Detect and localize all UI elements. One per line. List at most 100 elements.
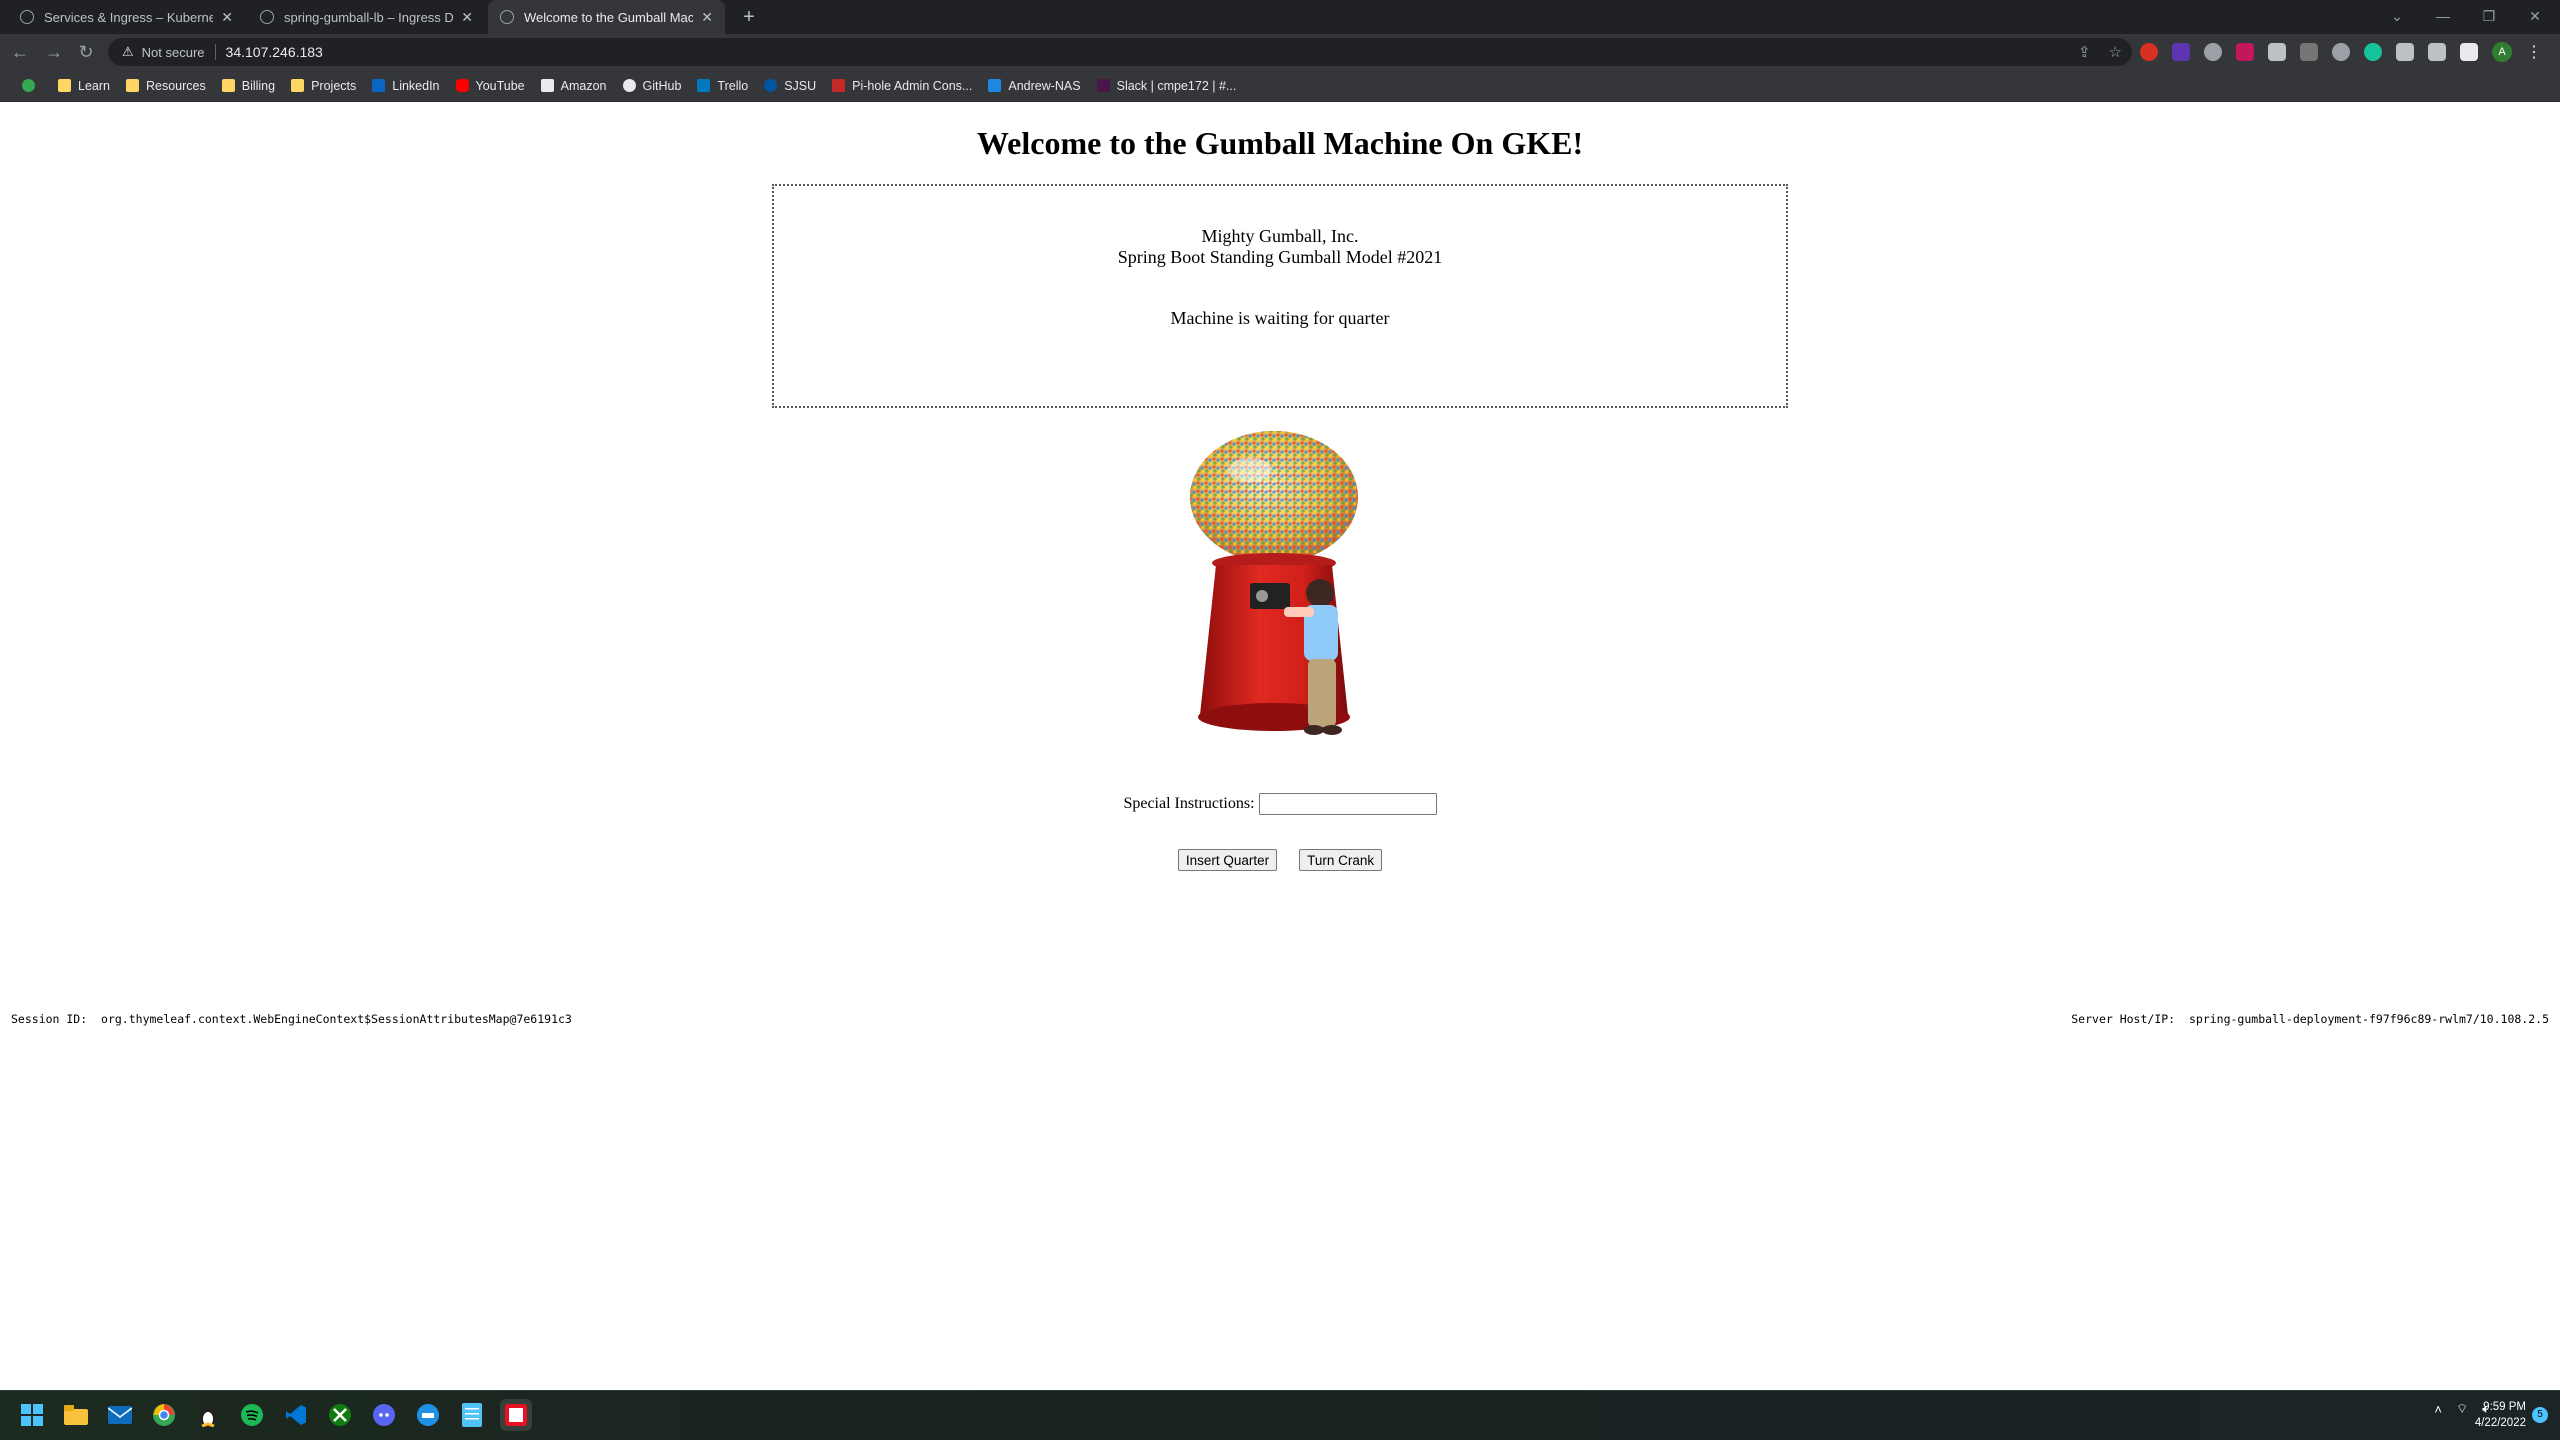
tab-title: Services & Ingress – Kubernetes xyxy=(44,9,214,25)
share-icon[interactable]: ⇪ xyxy=(2078,43,2091,61)
trello-icon xyxy=(697,79,711,92)
bookmark-sjsu[interactable]: SJSU xyxy=(756,79,824,93)
server-label: Server Host/IP: xyxy=(2071,1012,2176,1026)
new-tab-button[interactable]: + xyxy=(736,4,762,30)
bookmark-linkedin[interactable]: LinkedIn xyxy=(364,79,447,93)
discord-icon[interactable] xyxy=(368,1399,400,1431)
extension-icon[interactable] xyxy=(2204,43,2222,61)
bookmark-youtube[interactable]: YouTube xyxy=(448,79,533,93)
clock-date: 4/22/2022 xyxy=(2474,1417,2526,1429)
chevron-up-icon[interactable]: ˄ xyxy=(2434,1402,2442,1417)
amazon-icon xyxy=(540,79,554,92)
close-tab-icon[interactable]: ✕ xyxy=(221,9,233,26)
tab-ingress-details[interactable]: spring-gumball-lb – Ingress Deta ✕ xyxy=(248,0,485,34)
bookmark-andrew-nas[interactable]: Andrew-NAS xyxy=(980,79,1088,93)
tab-gumball[interactable]: Welcome to the Gumball Machin ✕ xyxy=(488,0,725,34)
bookmark-billing[interactable]: Billing xyxy=(214,79,283,93)
notification-badge[interactable]: 5 xyxy=(2532,1407,2548,1423)
notepad-icon[interactable] xyxy=(456,1399,488,1431)
tab-services-ingress[interactable]: Services & Ingress – Kubernetes ✕ xyxy=(8,0,245,34)
model-name: Spring Boot Standing Gumball Model #2021 xyxy=(1117,247,1443,267)
page-content: Welcome to the Gumball Machine On GKE! M… xyxy=(0,103,2560,1390)
bookmark-amazon[interactable]: Amazon xyxy=(533,79,615,93)
session-info: Session ID: org.thymeleaf.context.WebEng… xyxy=(11,1012,572,1026)
tab-title: Welcome to the Gumball Machin xyxy=(524,9,694,25)
pihole-icon xyxy=(832,79,846,92)
extensions-puzzle-icon[interactable] xyxy=(2428,43,2446,61)
restore-icon[interactable]: ❐ xyxy=(2466,0,2512,34)
mail-icon[interactable] xyxy=(104,1399,136,1431)
side-panel-icon[interactable] xyxy=(2460,43,2478,61)
tab-search-icon[interactable]: ⌄ xyxy=(2374,0,2420,34)
bookmark-learn[interactable]: Learn xyxy=(50,79,118,93)
spotify-icon[interactable] xyxy=(236,1399,268,1431)
warning-icon[interactable]: ⚠ xyxy=(122,44,134,60)
reading-list-icon[interactable] xyxy=(2396,43,2414,61)
company-name: Mighty Gumball, Inc. xyxy=(1201,226,1359,246)
extension-icon[interactable] xyxy=(2140,43,2158,61)
tab-strip: Services & Ingress – Kubernetes ✕ spring… xyxy=(0,0,2560,34)
browser-toolbar: ← → ↻ ⚠ Not secure 34.107.246.183 ⇪ ☆ A … xyxy=(0,34,2560,70)
apps-icon[interactable] xyxy=(14,79,50,92)
close-tab-icon[interactable]: ✕ xyxy=(701,9,713,26)
chrome-icon[interactable] xyxy=(148,1399,180,1431)
wifi-icon[interactable]: ⌔ xyxy=(2456,1401,2468,1417)
session-label: Session ID: xyxy=(11,1012,88,1026)
windows-start-icon[interactable] xyxy=(16,1399,48,1431)
bookmarks-bar: Learn Resources Billing Projects LinkedI… xyxy=(0,70,2560,102)
folder-icon xyxy=(58,79,71,92)
url-text[interactable]: 34.107.246.183 xyxy=(226,44,323,60)
back-icon[interactable]: ← xyxy=(8,40,32,64)
extension-icon[interactable] xyxy=(2332,43,2350,61)
extension-icon[interactable] xyxy=(2236,43,2254,61)
taskbar: ˄ ⌔ 🔈︎ 9:59 PM 4/22/2022 5 xyxy=(0,1390,2560,1440)
folder-icon xyxy=(291,79,305,92)
reload-icon[interactable]: ↻ xyxy=(74,40,98,64)
menu-icon[interactable]: ⋮ xyxy=(2526,42,2542,62)
turn-crank-button[interactable]: Turn Crank xyxy=(1299,849,1383,871)
address-bar[interactable]: ⚠ Not secure 34.107.246.183 ⇪ ☆ xyxy=(108,38,2132,66)
globe-icon xyxy=(500,10,514,24)
sjsu-icon xyxy=(764,79,778,92)
machine-state: Machine is waiting for quarter xyxy=(1170,308,1390,328)
bookmark-star-icon[interactable]: ☆ xyxy=(2109,43,2122,61)
divider xyxy=(214,44,216,60)
tab-title: spring-gumball-lb – Ingress Deta xyxy=(284,9,454,25)
linux-tux-icon[interactable] xyxy=(192,1399,224,1431)
docker-icon[interactable] xyxy=(412,1399,444,1431)
clock[interactable]: 9:59 PM 4/22/2022 xyxy=(2475,1399,2526,1431)
close-tab-icon[interactable]: ✕ xyxy=(461,9,473,26)
bookmark-github[interactable]: GitHub xyxy=(615,79,690,93)
bookmark-pihole[interactable]: Pi-hole Admin Cons... xyxy=(824,79,980,93)
extension-icon[interactable] xyxy=(2300,43,2318,61)
profile-avatar[interactable]: A xyxy=(2492,42,2512,62)
minimize-icon[interactable]: — xyxy=(2420,0,2466,34)
folder-icon xyxy=(125,79,139,92)
machine-info-panel: Mighty Gumball, Inc. Spring Boot Standin… xyxy=(772,184,1788,408)
close-window-icon[interactable]: ✕ xyxy=(2512,0,2558,34)
special-instructions-input[interactable] xyxy=(1258,793,1437,815)
github-icon xyxy=(622,79,636,92)
file-explorer-icon[interactable] xyxy=(60,1399,92,1431)
globe-icon xyxy=(260,10,274,24)
xbox-icon[interactable] xyxy=(324,1399,356,1431)
page-title: Welcome to the Gumball Machine On GKE! xyxy=(976,125,1584,161)
bookmark-slack[interactable]: Slack | cmpe172 | #... xyxy=(1089,79,1245,93)
grammarly-icon[interactable] xyxy=(2364,43,2382,61)
insert-quarter-button[interactable]: Insert Quarter xyxy=(1177,849,1278,871)
extensions-bar: A ⋮ xyxy=(2140,42,2542,62)
youtube-icon xyxy=(455,79,469,92)
vscode-icon[interactable] xyxy=(280,1399,312,1431)
bookmark-projects[interactable]: Projects xyxy=(283,79,364,93)
forward-icon[interactable]: → xyxy=(42,40,66,64)
bookmark-trello[interactable]: Trello xyxy=(689,79,756,93)
special-instructions-label: Special Instructions: xyxy=(1123,795,1255,812)
action-buttons: Insert Quarter Turn Crank xyxy=(0,849,2560,871)
bookmark-resources[interactable]: Resources xyxy=(118,79,214,93)
extension-icon[interactable] xyxy=(2172,43,2190,61)
extension-icon[interactable] xyxy=(2268,43,2286,61)
snipping-tool-icon[interactable] xyxy=(500,1399,532,1431)
security-label[interactable]: Not secure xyxy=(142,45,205,60)
globe-icon xyxy=(20,10,34,24)
server-info: Server Host/IP: spring-gumball-deploymen… xyxy=(2071,1012,2549,1026)
